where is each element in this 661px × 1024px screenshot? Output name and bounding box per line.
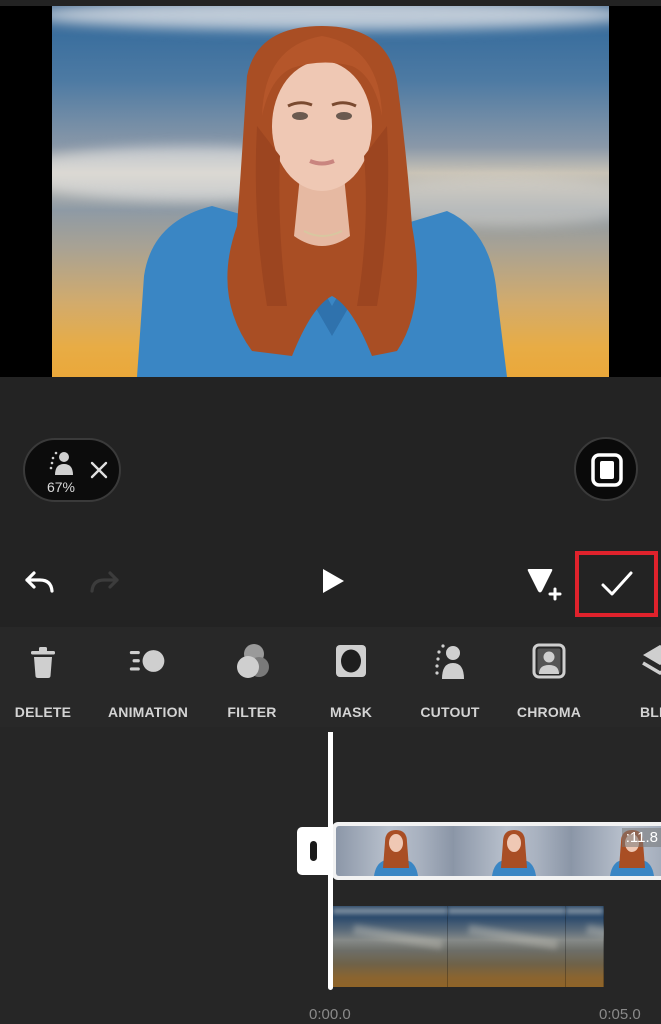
undo-icon: [25, 571, 54, 593]
animation-icon: [129, 650, 165, 672]
filter-icon: [237, 644, 269, 678]
tool-mask[interactable]: MASK: [301, 627, 401, 727]
tool-label: FILTER: [227, 704, 277, 720]
tool-animation[interactable]: ANIMATION: [98, 627, 198, 727]
background-video-clip[interactable]: [333, 906, 604, 987]
clip-thumbnail: [454, 826, 572, 876]
clip-duration-badge: :11.8: [621, 828, 661, 847]
cutout-intensity-chip[interactable]: 67%: [23, 438, 121, 502]
blend-layers-icon: [642, 645, 661, 675]
redo-icon: [90, 571, 119, 593]
chroma-icon: [532, 643, 566, 679]
play-button[interactable]: [316, 563, 350, 599]
person-cutout-layer[interactable]: [52, 6, 609, 377]
cutout-intensity-value: 67%: [46, 479, 76, 495]
checkmark-icon: [601, 571, 633, 596]
redo-button[interactable]: [86, 563, 122, 599]
thumbnail-person: [374, 830, 418, 876]
playhead[interactable]: [328, 732, 333, 990]
tool-label: CUTOUT: [420, 704, 480, 720]
undo-button[interactable]: [22, 563, 58, 599]
trim-grip[interactable]: [310, 841, 317, 861]
add-keyframe-button[interactable]: [525, 563, 565, 603]
confirm-button[interactable]: [575, 551, 658, 617]
trash-icon: [31, 647, 55, 678]
bg-clip-thumbnail: [333, 906, 448, 987]
bg-clip-thumbnail: [566, 906, 604, 987]
close-icon[interactable]: [87, 458, 111, 482]
tool-label: CHROMA: [516, 704, 582, 720]
tool-cutout[interactable]: CUTOUT: [400, 627, 500, 727]
keyframe-add-icon: [527, 569, 562, 601]
time-marker-start: 0:00.0: [309, 1006, 351, 1023]
time-marker-end: 0:05.0: [599, 1006, 641, 1023]
tool-label: DELETE: [14, 704, 72, 720]
tool-filter[interactable]: FILTER: [202, 627, 302, 727]
cutout-icon: [435, 644, 464, 679]
tool-chroma[interactable]: CHROMA: [499, 627, 599, 727]
aspect-ratio-button[interactable]: [574, 437, 638, 501]
clip-frames: [336, 826, 661, 876]
tool-delete[interactable]: DELETE: [0, 627, 93, 727]
mask-icon: [336, 645, 366, 677]
tool-blend[interactable]: BLEN: [610, 627, 661, 727]
clip-thumbnail: [336, 826, 454, 876]
tool-label: ANIMATION: [107, 704, 189, 720]
tool-label: MASK: [329, 704, 373, 720]
overlay-video-clip[interactable]: :11.8: [332, 822, 661, 880]
cutout-person-icon: [49, 451, 73, 475]
video-preview-area: [0, 0, 661, 377]
tool-label: BLEN: [640, 704, 661, 720]
edit-toolbar: DELETE ANIMATION FILTER MASK CUTOUT CHRO…: [0, 627, 661, 727]
preview-canvas[interactable]: [52, 6, 609, 377]
aspect-ratio-icon: [591, 453, 623, 487]
play-icon: [323, 569, 344, 593]
bg-clip-thumbnail: [448, 906, 566, 987]
thumbnail-person: [492, 830, 536, 876]
